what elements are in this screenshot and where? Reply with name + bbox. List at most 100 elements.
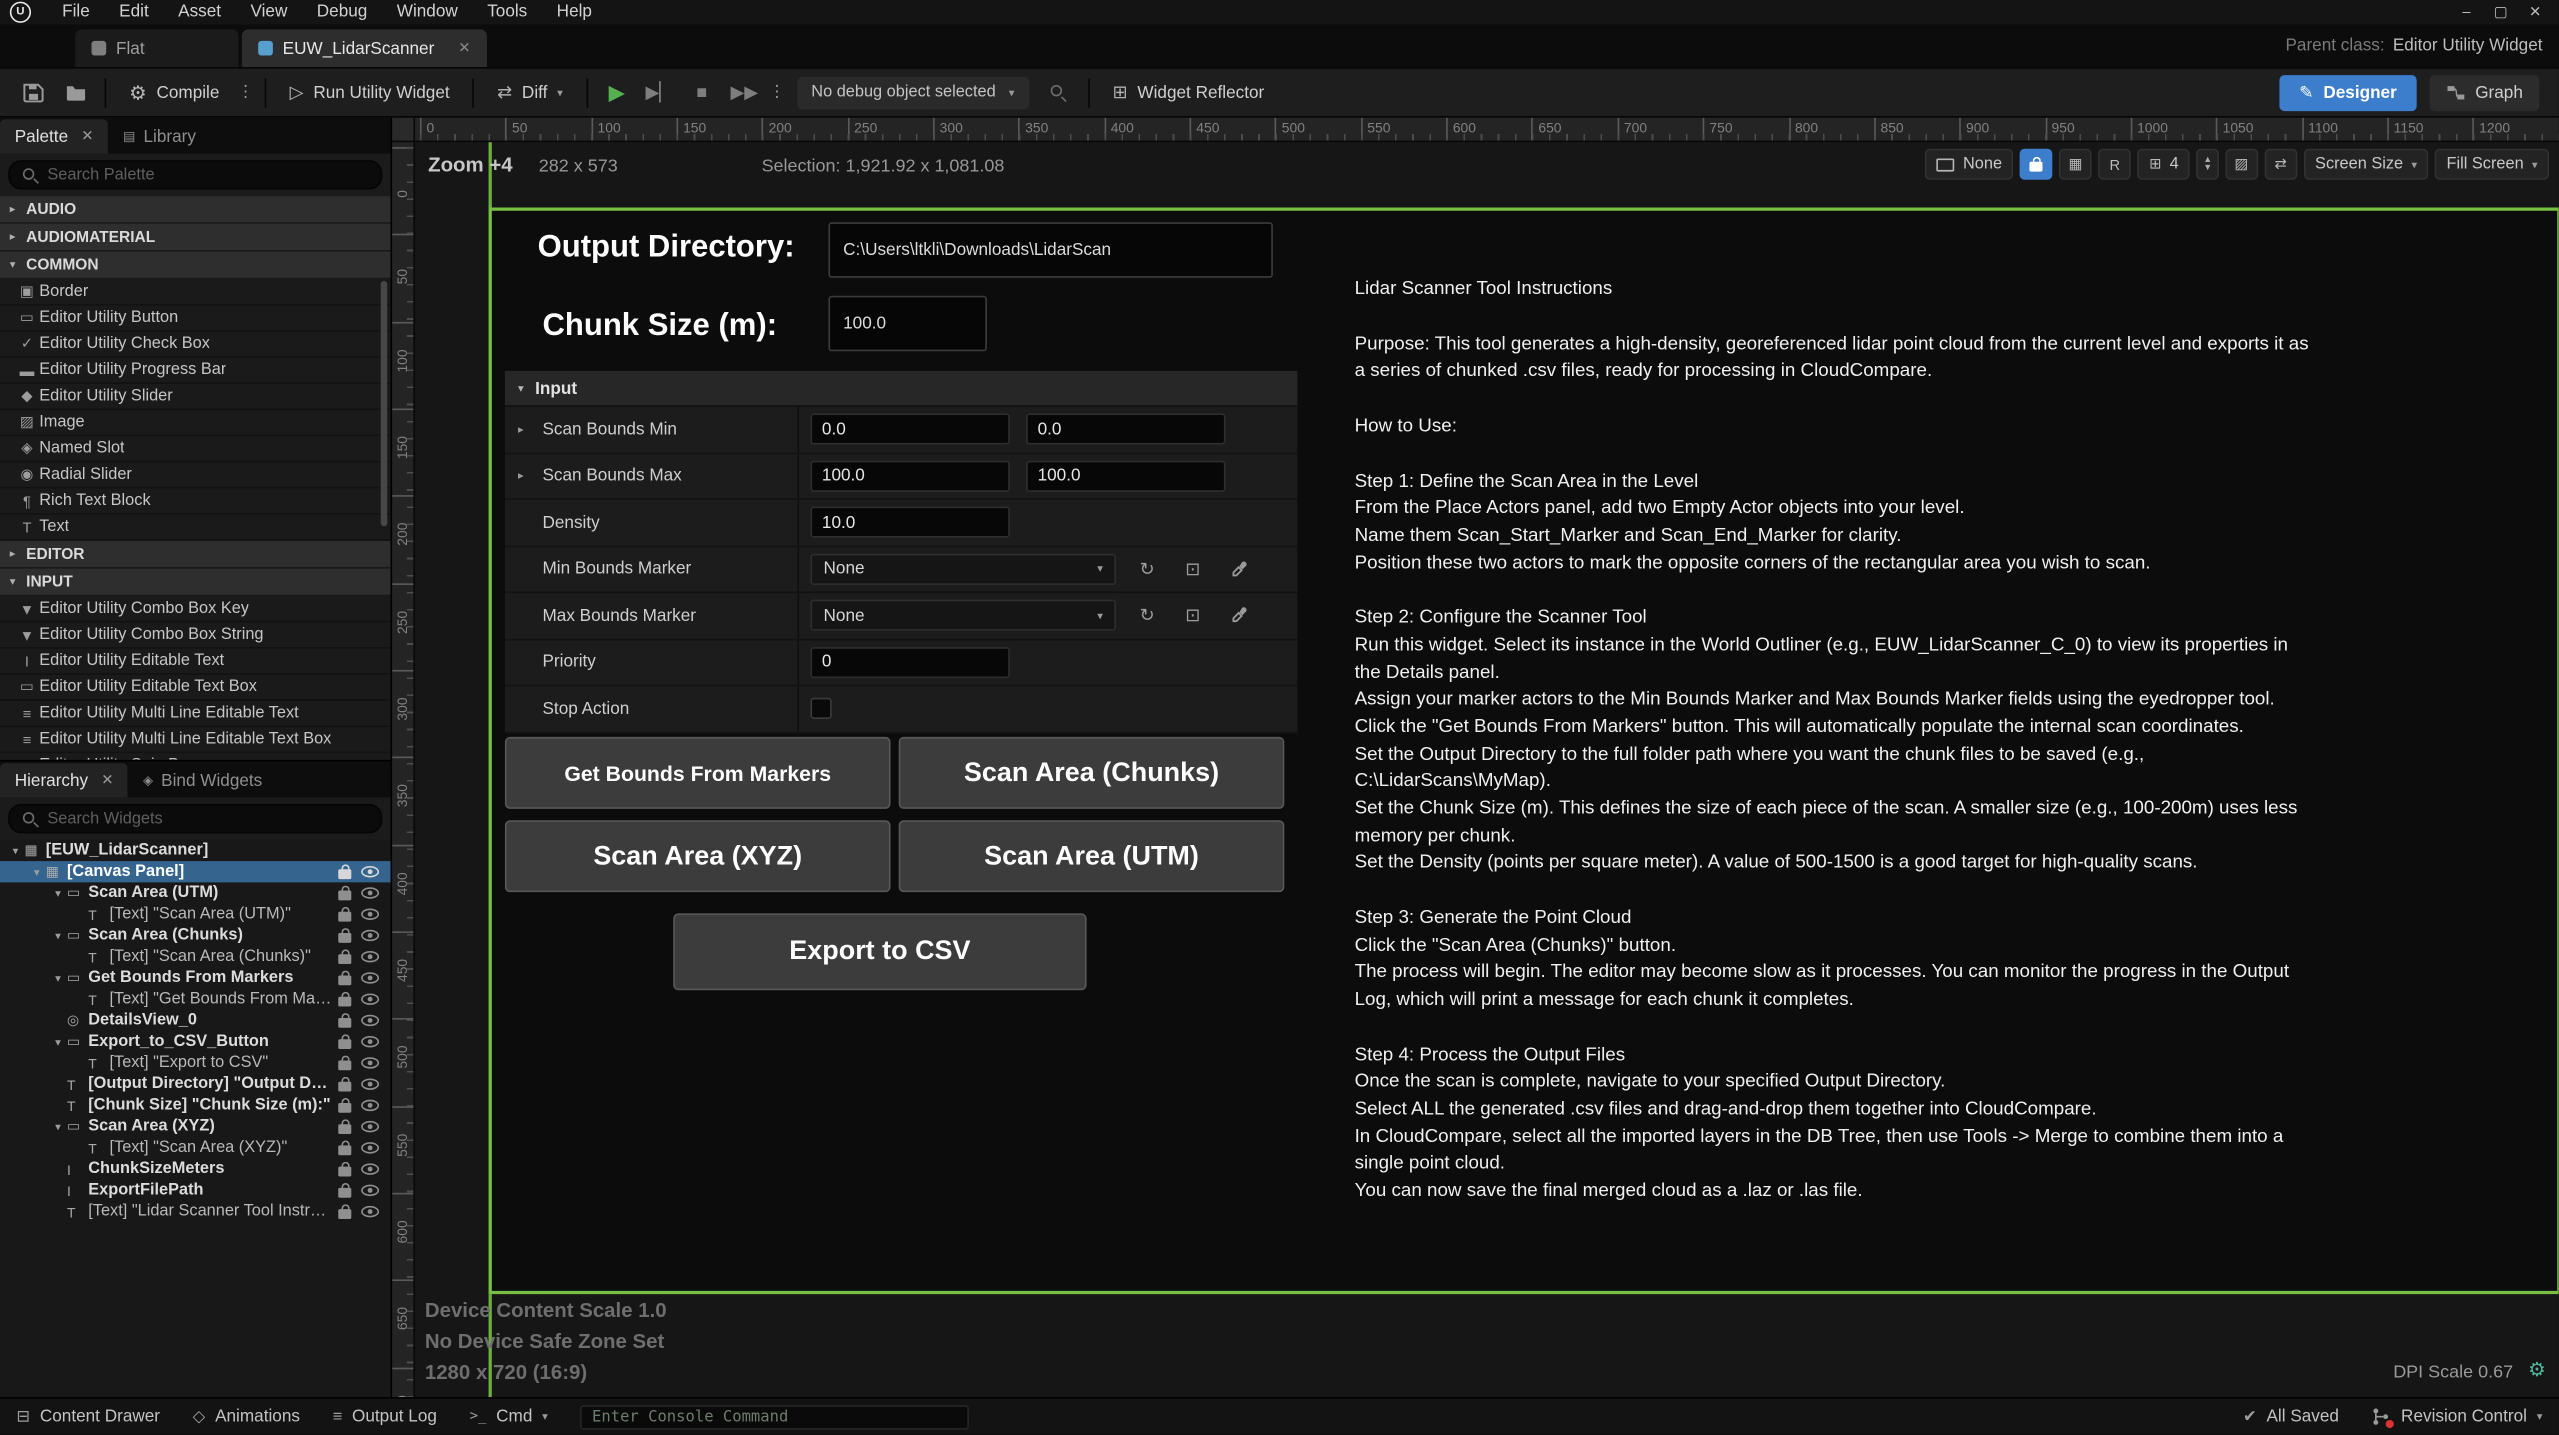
widget-reflector-button[interactable]: ⊞ Widget Reflector — [1099, 73, 1277, 112]
export-to-csv-button[interactable]: Export to CSV — [673, 913, 1086, 990]
menu-item[interactable]: Edit — [104, 0, 163, 25]
hierarchy-row[interactable]: ▾ ▭ Get Bounds From Markers — [0, 967, 391, 988]
palette-row[interactable]: T Text — [0, 515, 391, 541]
lock-icon[interactable] — [338, 891, 351, 901]
console-command-input[interactable] — [581, 1404, 970, 1429]
palette-row[interactable]: ▨ Image — [0, 410, 391, 436]
maximize-icon[interactable]: ▢ — [2484, 0, 2518, 25]
expander-icon[interactable]: ▾ — [28, 865, 46, 878]
browse-to-asset-button[interactable] — [56, 73, 95, 112]
expander-icon[interactable]: ▾ — [49, 886, 67, 899]
run-utility-widget-button[interactable]: ▷ Run Utility Widget — [277, 73, 463, 112]
close-icon[interactable]: ✕ — [101, 771, 113, 789]
frame-skip-button[interactable]: ▶▏ — [640, 73, 679, 112]
expander-icon[interactable]: ▸ — [518, 469, 543, 482]
details-category-input[interactable]: ▾ Input — [505, 371, 1297, 407]
lock-icon[interactable] — [338, 1145, 351, 1155]
visibility-icon[interactable] — [361, 1163, 379, 1174]
respect-locks-button[interactable]: R — [2098, 149, 2131, 180]
hierarchy-row[interactable]: T [Chunk Size] "Chunk Size (m):" — [0, 1095, 391, 1116]
lock-icon[interactable] — [338, 912, 351, 922]
visibility-icon[interactable] — [361, 1100, 379, 1111]
hierarchy-row[interactable]: I ChunkSizeMeters — [0, 1159, 391, 1180]
expander-icon[interactable]: ▾ — [49, 1035, 67, 1048]
visibility-icon[interactable] — [361, 951, 379, 962]
hierarchy-row[interactable]: I ExportFilePath — [0, 1180, 391, 1201]
palette-search-input[interactable] — [47, 166, 369, 184]
lock-icon[interactable] — [338, 975, 351, 985]
lock-icon[interactable] — [338, 1103, 351, 1113]
hierarchy-row[interactable]: T [Text] "Scan Area (XYZ)" — [0, 1137, 391, 1158]
lock-viewport-button[interactable] — [2020, 149, 2053, 180]
output-directory-input[interactable] — [828, 222, 1272, 278]
play-button[interactable]: ▶ — [597, 73, 636, 112]
hierarchy-row[interactable]: ▾ ▦ [EUW_LidarScanner] — [0, 840, 391, 861]
palette-row[interactable]: ▣ Border — [0, 279, 391, 305]
palette-row[interactable]: ▸ AUDIO — [0, 196, 391, 224]
min-bounds-marker-dropdown[interactable]: None ▾ — [810, 554, 1116, 585]
all-saved-button[interactable]: ✔ All Saved — [2243, 1407, 2339, 1427]
content-drawer-button[interactable]: ⊟ Content Drawer — [16, 1407, 160, 1427]
palette-row[interactable]: ≡ Editor Utility Multi Line Editable Tex… — [0, 727, 391, 753]
palette-row[interactable]: ▸ EDITOR — [0, 541, 391, 569]
lock-icon[interactable] — [338, 1124, 351, 1134]
hierarchy-row[interactable]: T [Text] "Scan Area (UTM)" — [0, 904, 391, 925]
scan-area-chunks-button[interactable]: Scan Area (Chunks) — [899, 737, 1285, 809]
palette-row[interactable]: ▬ Editor Utility Progress Bar — [0, 358, 391, 384]
compile-options-button[interactable]: ⋮ — [236, 73, 256, 112]
hierarchy-row[interactable]: T [Text] "Get Bounds From Markers" — [0, 989, 391, 1010]
expander-icon[interactable]: ▾ — [49, 971, 67, 984]
debug-object-dropdown[interactable]: No debug object selected ▾ — [797, 76, 1030, 109]
parent-class-value[interactable]: Editor Utility Widget — [2393, 36, 2543, 56]
stop-button[interactable]: ■ — [682, 73, 721, 112]
expander-icon[interactable]: ▾ — [49, 929, 67, 942]
visibility-icon[interactable] — [361, 866, 379, 877]
graph-mode-button[interactable]: Graph — [2429, 74, 2539, 110]
palette-row[interactable]: ▼ Editor Utility Combo Box Key — [0, 596, 391, 622]
tab-flat[interactable]: Flat — [75, 29, 238, 67]
diff-button[interactable]: ⇄ Diff ▾ — [484, 73, 576, 112]
lock-icon[interactable] — [338, 1082, 351, 1092]
hierarchy-row[interactable]: ▾ ▭ Scan Area (Chunks) — [0, 925, 391, 946]
scan-bounds-max-x-input[interactable] — [810, 460, 1009, 491]
lock-icon[interactable] — [338, 954, 351, 964]
tab-palette[interactable]: Palette ✕ — [0, 119, 108, 153]
visibility-icon[interactable] — [361, 930, 379, 941]
visibility-icon[interactable] — [361, 1057, 379, 1068]
flip-preview-button[interactable]: ⇄ — [2264, 149, 2297, 180]
expander-icon[interactable]: ▾ — [49, 1120, 67, 1133]
hierarchy-row[interactable]: T [Text] "Lidar Scanner Tool Instruction… — [0, 1201, 391, 1222]
lock-icon[interactable] — [338, 933, 351, 943]
menu-item[interactable]: Debug — [302, 0, 382, 25]
palette-scrollbar[interactable] — [381, 281, 388, 526]
dpi-settings-gear-icon[interactable]: ⚙ — [2528, 1358, 2546, 1381]
unreal-logo-icon[interactable]: U — [10, 2, 31, 23]
scan-bounds-max-y-input[interactable] — [1026, 460, 1225, 491]
menu-item[interactable]: Window — [382, 0, 472, 25]
expander-icon[interactable]: ▾ — [10, 258, 26, 271]
visibility-icon[interactable] — [361, 1015, 379, 1026]
lock-icon[interactable] — [338, 1209, 351, 1219]
hierarchy-row[interactable]: T [Text] "Export to CSV" — [0, 1052, 391, 1073]
expander-icon[interactable]: ▸ — [10, 547, 26, 560]
tab-hierarchy[interactable]: Hierarchy ✕ — [0, 763, 128, 797]
palette-row[interactable]: ¶ Rich Text Block — [0, 489, 391, 515]
visibility-icon[interactable] — [361, 909, 379, 920]
play-options-button[interactable]: ⋮ — [767, 73, 787, 112]
priority-input[interactable] — [810, 647, 1009, 678]
revision-control-button[interactable]: Revision Control ▾ — [2372, 1407, 2543, 1427]
outline-widgets-button[interactable]: ▦ — [2059, 149, 2092, 180]
preview-background-button[interactable]: ▨ — [2225, 149, 2258, 180]
menu-item[interactable]: Help — [542, 0, 607, 25]
palette-row[interactable]: ▾ COMMON — [0, 252, 391, 280]
fill-screen-dropdown[interactable]: Fill Screen ▾ — [2435, 149, 2549, 180]
scan-bounds-min-y-input[interactable] — [1026, 414, 1225, 445]
browse-asset-icon[interactable]: ⊡ — [1178, 554, 1207, 583]
designer-mode-button[interactable]: ✎ Designer — [2280, 74, 2417, 110]
chunk-size-input[interactable] — [828, 296, 986, 352]
grid-snap-dropdown[interactable]: ⊞ 4 — [2138, 149, 2190, 180]
density-input[interactable] — [810, 507, 1009, 538]
eyedropper-icon[interactable] — [1224, 554, 1253, 583]
palette-row[interactable]: ◆ Editor Utility Slider — [0, 384, 391, 410]
visibility-icon[interactable] — [361, 1185, 379, 1196]
